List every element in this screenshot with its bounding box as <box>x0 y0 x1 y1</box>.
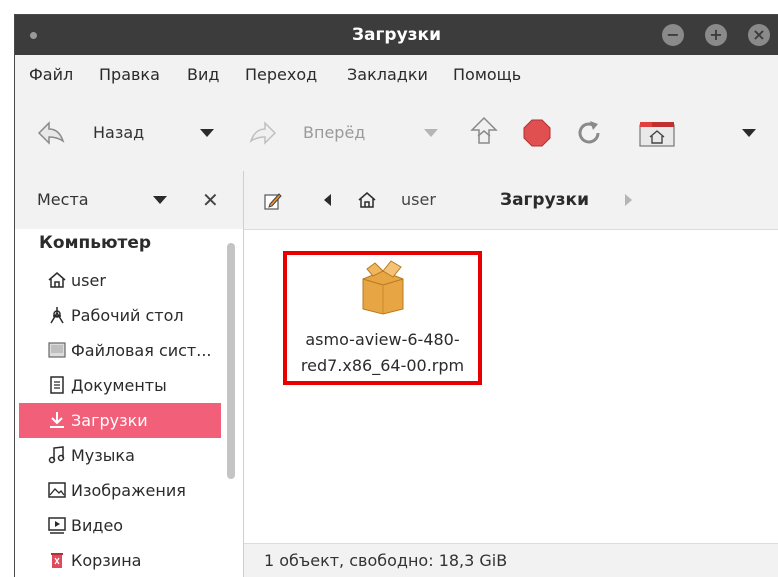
title-bar[interactable]: Загрузки − + × <box>15 15 778 55</box>
video-icon <box>48 517 66 534</box>
menu-bookmarks[interactable]: Закладки <box>347 55 428 95</box>
sidebar-scrollbar[interactable] <box>227 243 235 479</box>
toolbar: Назад Вперёд <box>15 95 778 171</box>
trash-icon <box>51 553 63 568</box>
places-dropdown-icon[interactable] <box>153 196 167 204</box>
sidebar-item-label: Корзина <box>71 551 142 570</box>
drive-icon <box>48 342 66 358</box>
close-icon[interactable]: × <box>748 24 770 46</box>
section-title-computer: Компьютер <box>39 233 152 253</box>
status-bar: 1 объект, свободно: 18,3 GiB <box>244 543 778 577</box>
maximize-icon[interactable]: + <box>705 24 727 46</box>
path-forward-arrow-icon <box>625 194 632 206</box>
sidebar-item-videos[interactable]: Видео <box>19 508 221 543</box>
sidebar-item-filesystem[interactable]: Файловая сист... <box>19 333 221 368</box>
forward-arrow-icon <box>247 117 279 149</box>
sidebar-item-label: Документы <box>71 376 167 395</box>
path-home-icon[interactable] <box>357 190 377 210</box>
menu-view[interactable]: Вид <box>187 55 219 95</box>
toolbar-overflow-dropdown-icon[interactable] <box>742 129 756 137</box>
sidebar: Места ✕ Компьютер user Рабочий стол Файл… <box>15 171 243 577</box>
sidebar-item-label: Видео <box>71 516 124 535</box>
menu-file[interactable]: Файл <box>29 55 73 95</box>
menu-edit[interactable]: Правка <box>99 55 160 95</box>
file-name-line-1: asmo-aview-6-480- <box>305 330 460 349</box>
document-icon <box>50 376 64 394</box>
sidebar-item-trash[interactable]: Корзина <box>19 543 221 577</box>
sidebar-item-label: user <box>71 271 106 290</box>
sidebar-header: Места ✕ <box>15 171 243 229</box>
breadcrumb-user[interactable]: user <box>401 171 436 229</box>
stop-icon[interactable] <box>522 118 552 148</box>
sidebar-item-pictures[interactable]: Изображения <box>19 473 221 508</box>
breadcrumb-downloads[interactable]: Загрузки <box>500 171 589 229</box>
sidebar-item-documents[interactable]: Документы <box>19 368 221 403</box>
home-icon <box>48 272 66 288</box>
sidebar-item-label: Музыка <box>71 446 135 465</box>
minimize-icon[interactable]: − <box>662 24 684 46</box>
edit-location-icon[interactable] <box>264 192 282 210</box>
reload-icon[interactable] <box>574 118 604 148</box>
sidebar-item-desktop[interactable]: Рабочий стол <box>19 298 221 333</box>
music-icon <box>48 446 65 464</box>
forward-button: Вперёд <box>303 123 366 142</box>
back-history-dropdown-icon[interactable] <box>200 129 214 137</box>
forward-history-dropdown-icon <box>424 129 438 137</box>
sidebar-item-label: Файловая сист... <box>71 341 212 360</box>
path-back-arrow-icon[interactable] <box>324 194 331 206</box>
sidebar-item-label: Загрузки <box>71 411 148 430</box>
package-icon <box>358 259 408 315</box>
file-name-line-2: red7.x86_64-00.rpm <box>300 356 465 375</box>
sidebar-item-user[interactable]: user <box>19 263 221 298</box>
menu-help[interactable]: Помощь <box>453 55 521 95</box>
desktop-icon <box>50 307 64 324</box>
sidebar-item-label: Изображения <box>71 481 186 500</box>
back-button[interactable]: Назад <box>93 123 144 142</box>
status-text: 1 объект, свободно: 18,3 GiB <box>264 551 508 570</box>
image-icon <box>48 482 66 498</box>
sidebar-item-music[interactable]: Музыка <box>19 438 221 473</box>
menu-bar: Файл Правка Вид Переход Закладки Помощь <box>15 55 778 95</box>
sidebar-item-label: Рабочий стол <box>71 306 184 325</box>
file-name: asmo-aview-6-480- red7.x86_64-00.rpm <box>287 327 478 379</box>
file-item[interactable]: asmo-aview-6-480- red7.x86_64-00.rpm <box>283 251 482 385</box>
places-selector[interactable]: Места <box>37 171 89 229</box>
places-list: Компьютер user Рабочий стол Файловая сис… <box>15 229 243 577</box>
file-manager-window: Загрузки − + × Файл Правка Вид Переход З… <box>14 14 778 577</box>
download-icon <box>50 412 64 428</box>
home-folder-icon[interactable] <box>639 121 675 147</box>
up-arrow-icon[interactable] <box>469 115 499 149</box>
close-sidebar-icon[interactable]: ✕ <box>202 188 219 212</box>
sidebar-item-downloads[interactable]: Загрузки <box>19 403 221 438</box>
file-view[interactable]: asmo-aview-6-480- red7.x86_64-00.rpm <box>244 229 778 544</box>
back-arrow-icon[interactable] <box>35 117 67 149</box>
path-bar: user Загрузки <box>244 171 778 229</box>
menu-go[interactable]: Переход <box>245 55 317 95</box>
